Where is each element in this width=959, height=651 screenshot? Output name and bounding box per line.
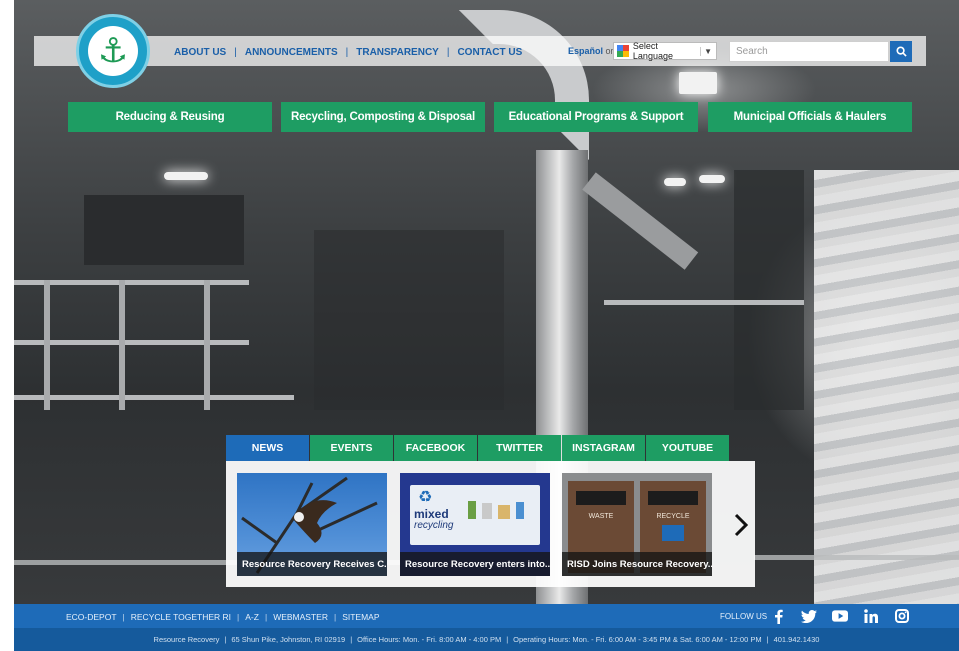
screenshot-edge	[0, 0, 14, 651]
tab-youtube[interactable]: YOUTUBE	[646, 435, 729, 461]
nav-announcements[interactable]: ANNOUNCEMENTS	[245, 47, 338, 58]
twitter-icon[interactable]	[801, 608, 817, 624]
duct-pipe-bend	[459, 10, 589, 160]
category-municipal-officials[interactable]: Municipal Officials & Haulers	[708, 102, 912, 132]
category-reducing-reusing[interactable]: Reducing & Reusing	[68, 102, 272, 132]
bin-slot	[648, 491, 698, 505]
footer-separator: |	[237, 612, 240, 622]
box-icon	[498, 505, 510, 519]
footer-org-name: Resource Recovery	[153, 635, 220, 644]
tab-events[interactable]: EVENTS	[310, 435, 393, 461]
nav-separator: |	[446, 46, 450, 58]
bin-slot	[576, 491, 626, 505]
news-card[interactable]: ♻ mixed recycling Resource Recovery ente…	[400, 473, 550, 576]
footer-separator: |	[264, 612, 268, 622]
recycle-sticker-icon	[662, 525, 684, 541]
ceiling-light	[699, 175, 725, 183]
machine-structure	[314, 230, 504, 410]
language-select[interactable]: Select Language ▼	[613, 41, 717, 61]
footer-links: ECO-DEPOT | RECYCLE TOGETHER RI | A-Z | …	[66, 612, 380, 622]
recycling-sign-subtitle: recycling	[414, 520, 454, 531]
footer-separator: |	[506, 635, 509, 644]
footer-link-recycle-together[interactable]: RECYCLE TOGETHER RI	[131, 612, 231, 622]
facebook-icon[interactable]	[770, 608, 786, 624]
footer-separator: |	[122, 612, 125, 622]
news-card-caption: Resource Recovery enters into...	[400, 552, 550, 576]
social-tabs: NEWS EVENTS FACEBOOK TWITTER INSTAGRAM Y…	[226, 435, 730, 461]
nav-about-us[interactable]: ABOUT US	[174, 47, 226, 58]
footer-link-eco-depot[interactable]: ECO-DEPOT	[66, 612, 117, 622]
conveyor-belt	[814, 170, 959, 610]
bottle-icon	[468, 501, 476, 519]
search-button[interactable]	[890, 41, 912, 62]
railing-bottom	[14, 395, 294, 400]
nav-separator: |	[234, 46, 237, 58]
footer-links-bar: ECO-DEPOT | RECYCLE TOGETHER RI | A-Z | …	[14, 604, 959, 628]
category-educational-programs[interactable]: Educational Programs & Support	[494, 102, 698, 132]
floor-rail-right	[754, 555, 959, 560]
railing-post	[44, 280, 50, 410]
footer-operating-hours: Operating Hours: Mon. - Fri. 6:00 AM - 3…	[513, 635, 762, 644]
footer-link-sitemap[interactable]: SITEMAP	[342, 612, 379, 622]
nav-transparency[interactable]: TRANSPARENCY	[356, 47, 439, 58]
tab-instagram[interactable]: INSTAGRAM	[562, 435, 645, 461]
ceiling-light	[164, 172, 208, 180]
footer-address: Resource Recovery | 65 Shun Pike, Johnston…	[14, 635, 959, 644]
language-select-label: Select Language	[632, 41, 673, 61]
recycle-bin-label: RECYCLE	[656, 513, 690, 520]
espanol-link-group: Español or	[568, 46, 614, 56]
carousel-next-button[interactable]	[731, 511, 751, 539]
chevron-down-icon: ▼	[700, 46, 712, 56]
logo-anchor-icon: ⚓	[88, 26, 138, 76]
linkedin-icon[interactable]	[863, 608, 879, 624]
hero-background: ⚓ ABOUT US | ANNOUNCEMENTS | TRANSPARENC…	[14, 0, 959, 651]
news-card[interactable]: Resource Recovery Receives C...	[237, 473, 387, 576]
search-icon	[895, 46, 907, 57]
site-logo[interactable]: ⚓	[76, 14, 150, 88]
duct-pipe-diagonal	[582, 172, 699, 270]
instagram-icon[interactable]	[894, 608, 910, 624]
news-card-caption: RISD Joins Resource Recovery...	[562, 552, 712, 576]
tab-facebook[interactable]: FACEBOOK	[394, 435, 477, 461]
top-nav: ABOUT US | ANNOUNCEMENTS | TRANSPARENCY …	[174, 45, 522, 59]
footer-separator: |	[766, 635, 769, 644]
ceiling-light	[664, 178, 686, 186]
railing-post	[204, 280, 210, 410]
nav-separator: |	[345, 46, 349, 58]
footer-office-hours: Office Hours: Mon. - Fri. 8:00 AM - 4:00…	[357, 635, 502, 644]
footer-separator: |	[224, 635, 227, 644]
machine-column	[734, 170, 804, 410]
news-card[interactable]: WASTE RECYCLE RISD Joins Resource Recove…	[562, 473, 712, 576]
chevron-right-icon	[734, 513, 749, 537]
footer-link-a-z[interactable]: A-Z	[245, 612, 259, 622]
news-panel: Resource Recovery Receives C... ♻ mixed …	[226, 461, 755, 587]
waste-bin-label: WASTE	[588, 513, 614, 520]
footer-phone[interactable]: 401.942.1430	[774, 635, 820, 644]
skylight	[679, 72, 717, 94]
youtube-icon[interactable]	[832, 608, 848, 624]
footer-address-bar: Resource Recovery | 65 Shun Pike, Johnston…	[14, 628, 959, 651]
footer-separator: |	[333, 612, 337, 622]
espanol-link[interactable]: Español	[568, 46, 603, 56]
category-recycling-composting[interactable]: Recycling, Composting & Disposal	[281, 102, 485, 132]
google-translate-icon	[617, 45, 629, 57]
machine-hopper	[84, 195, 244, 265]
can-icon	[482, 503, 492, 519]
follow-us-label: FOLLOW US	[720, 612, 768, 621]
catwalk-rail	[604, 300, 804, 305]
tab-twitter[interactable]: TWITTER	[478, 435, 561, 461]
recycling-sign-title: mixed	[414, 507, 449, 521]
footer-street-address: 65 Shun Pike, Johnston, RI 02919	[231, 635, 346, 644]
railing-post	[119, 280, 125, 410]
recycle-icon: ♻	[418, 489, 433, 506]
tab-news[interactable]: NEWS	[226, 435, 309, 461]
footer-link-webmaster[interactable]: WEBMASTER	[273, 612, 328, 622]
footer-separator: |	[350, 635, 353, 644]
social-icons	[770, 608, 925, 624]
search-input[interactable]	[729, 41, 889, 62]
jug-icon	[516, 502, 524, 519]
news-card-caption: Resource Recovery Receives C...	[237, 552, 387, 576]
nav-contact-us[interactable]: CONTACT US	[457, 47, 522, 58]
